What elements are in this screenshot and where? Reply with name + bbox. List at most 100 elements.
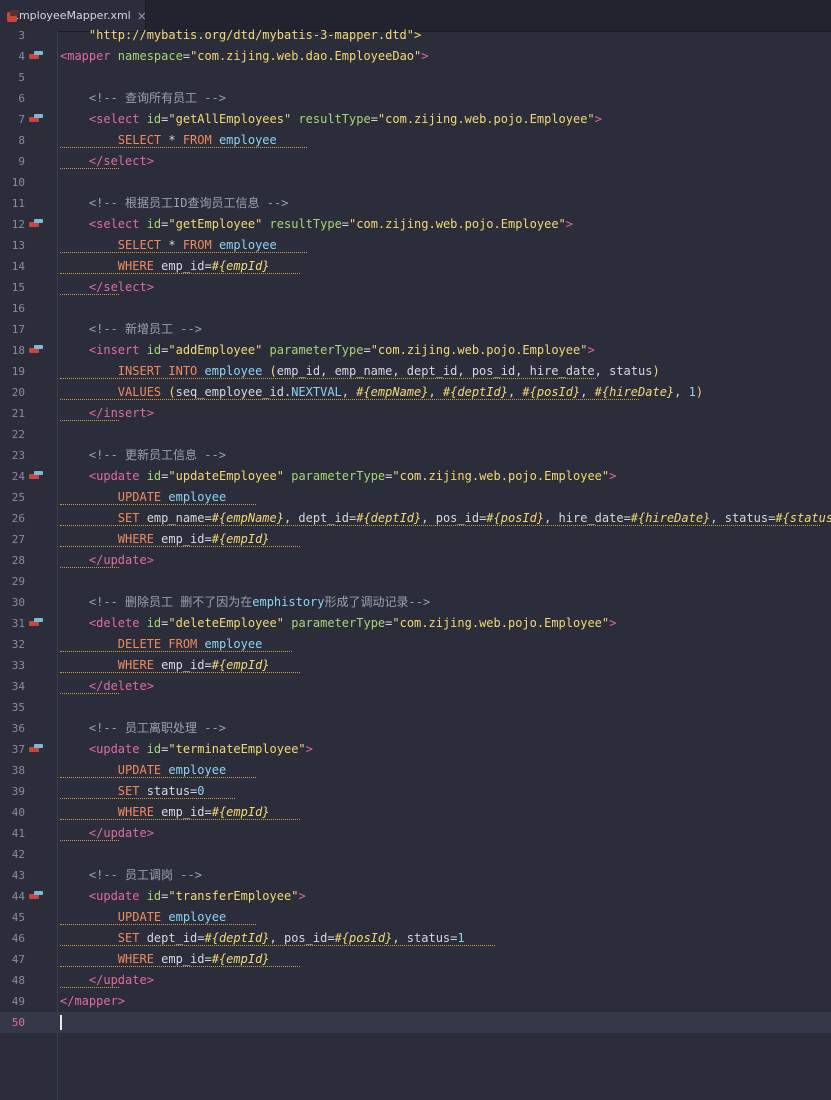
line-number: 14 <box>11 260 25 273</box>
code-token: </update> <box>88 826 154 840</box>
line-number: 42 <box>11 848 25 861</box>
code-line[interactable]: 16 <box>0 298 831 319</box>
code-line[interactable]: 40 WHERE emp_id=#{empId} <box>0 802 831 823</box>
mybatis-navigate-icon[interactable] <box>29 219 43 229</box>
code-line[interactable]: 18 <insert id = "addEmployee" parameterTyp… <box>0 340 831 361</box>
code-token: WHERE <box>117 532 162 546</box>
code-line[interactable]: 46 SET dept_id=#{deptId}, pos_id=#{posId… <box>0 928 831 949</box>
code-token: 1 <box>688 385 696 399</box>
code-token: emp_id= <box>161 532 212 546</box>
line-number: 23 <box>11 449 25 462</box>
line-number: 26 <box>11 512 25 525</box>
mybatis-navigate-icon[interactable] <box>29 471 43 481</box>
code-token: #{deptId} <box>356 511 422 525</box>
code-line[interactable]: 31 <delete id="deleteEmployee" parameter… <box>0 613 831 634</box>
code-line[interactable]: 48 </update> <box>0 970 831 991</box>
code-token: , status= <box>710 511 776 525</box>
code-line[interactable]: 29 <box>0 571 831 592</box>
code-line[interactable]: 37 <update id="terminateEmployee"> <box>0 739 831 760</box>
code-line[interactable]: 20 VALUES (seq_employee_id.NEXTVAL, #{em… <box>0 382 831 403</box>
code-token: , pos_id= <box>421 511 487 525</box>
warning-squiggle <box>60 273 300 274</box>
code-line[interactable]: 27 WHERE emp_id=#{empId} <box>0 529 831 550</box>
code-line[interactable]: 24 <update id="updateEmployee" parameter… <box>0 466 831 487</box>
code-token: id <box>146 889 162 903</box>
code-line[interactable]: 12 <select id="getEmployee" resultType="… <box>0 214 831 235</box>
code-line[interactable]: 38 UPDATE employee <box>0 760 831 781</box>
code-line[interactable]: 39 SET status=0 <box>0 781 831 802</box>
code-line[interactable]: 7 <select id = "getAllEmployees" resultTyp… <box>0 109 831 130</box>
mybatis-navigate-icon[interactable] <box>29 345 43 355</box>
code-line[interactable]: 49 </mapper> <box>0 991 831 1012</box>
mybatis-navigate-icon[interactable] <box>29 114 43 124</box>
code-token: <!-- 员工离职处理 --> <box>60 721 226 735</box>
code-line[interactable]: 22 <box>0 424 831 445</box>
line-number: 29 <box>11 575 25 588</box>
code-token: "transferEmployee" <box>168 889 299 903</box>
code-line[interactable]: 26 SET emp_name=#{empName}, dept_id=#{de… <box>0 508 831 529</box>
code-line[interactable]: 34 </delete> <box>0 676 831 697</box>
line-number: 41 <box>11 827 25 840</box>
mybatis-navigate-icon[interactable] <box>29 891 43 901</box>
code-line[interactable]: 50 <box>0 1012 831 1033</box>
code-token: "addEmployee" <box>168 343 270 357</box>
code-line[interactable]: 32 DELETE FROM employee <box>0 634 831 655</box>
code-line[interactable]: 15 </select> <box>0 277 831 298</box>
code-line[interactable]: 13 SELECT * FROM employee <box>0 235 831 256</box>
code-line[interactable]: 23 <!-- 更新员工信息 --> <box>0 445 831 466</box>
code-token: #{empId} <box>211 259 270 273</box>
code-token: DELETE FROM <box>117 637 205 651</box>
code-line[interactable]: 30 <!-- 删除员工 删不了因为在emphistory形成了调动记录--> <box>0 592 831 613</box>
code-line[interactable]: 28 </update> <box>0 550 831 571</box>
code-line[interactable]: 14 WHERE emp_id=#{empId} <box>0 256 831 277</box>
code-line[interactable]: 47 WHERE emp_id=#{empId} <box>0 949 831 970</box>
code-line[interactable]: 36 <!-- 员工离职处理 --> <box>0 718 831 739</box>
code-line[interactable]: 42 <box>0 844 831 865</box>
code-line[interactable]: 33 WHERE emp_id=#{empId} <box>0 655 831 676</box>
code-token: NEXTVAL <box>291 385 342 399</box>
line-number: 17 <box>11 323 25 336</box>
code-line[interactable]: 9 </select> <box>0 151 831 172</box>
code-token: "com.zijing.web.pojo.Employee" <box>377 112 595 126</box>
mybatis-navigate-icon[interactable] <box>29 618 43 628</box>
code-token: , hire_date= <box>544 511 631 525</box>
code-line[interactable]: 21 </insert> <box>0 403 831 424</box>
close-tab-icon[interactable]: × <box>137 9 147 23</box>
code-line[interactable]: 17 <!-- 新增员工 --> <box>0 319 831 340</box>
code-editor[interactable]: 3 "http://mybatis.org/dtd/mybatis-3-mapp… <box>0 28 831 1100</box>
warning-squiggle <box>60 420 119 421</box>
code-line[interactable]: 10 <box>0 172 831 193</box>
code-line[interactable]: 4 <mapper namespace="com.zijing.web.dao.E… <box>0 46 831 67</box>
warning-squiggle <box>60 294 119 295</box>
line-number: 10 <box>11 176 25 189</box>
code-token: id <box>146 217 162 231</box>
code-token: </delete> <box>88 679 154 693</box>
code-line[interactable]: 6 <!-- 查询所有员工 --> <box>0 88 831 109</box>
code-line[interactable]: 35 <box>0 697 831 718</box>
code-line[interactable]: 11 <!-- 根据员工ID查询员工信息 --> <box>0 193 831 214</box>
code-line[interactable]: 41 </update> <box>0 823 831 844</box>
code-line[interactable]: 45 UPDATE employee <box>0 907 831 928</box>
line-number: 22 <box>11 428 25 441</box>
mybatis-navigate-icon[interactable] <box>29 744 43 754</box>
code-text: <update id="transferEmployee"> <box>60 886 306 907</box>
code-line[interactable]: 19 INSERT INTO employee (emp_id, emp_nam… <box>0 361 831 382</box>
code-line[interactable]: 25 UPDATE employee <box>0 487 831 508</box>
line-number: 32 <box>11 638 25 651</box>
code-line[interactable]: 44 <update id="transferEmployee"> <box>0 886 831 907</box>
code-token: </mapper> <box>60 994 126 1008</box>
line-number: 38 <box>11 764 25 777</box>
line-number: 44 <box>11 890 25 903</box>
code-line[interactable]: 5 <box>0 67 831 88</box>
code-line[interactable]: 3 "http://mybatis.org/dtd/mybatis-3-mapp… <box>0 25 831 46</box>
code-line[interactable]: 43 <!-- 员工调岗 --> <box>0 865 831 886</box>
code-line[interactable]: 8 SELECT * FROM employee <box>0 130 831 151</box>
code-token: SELECT <box>117 133 169 147</box>
mybatis-navigate-icon[interactable] <box>29 51 43 61</box>
